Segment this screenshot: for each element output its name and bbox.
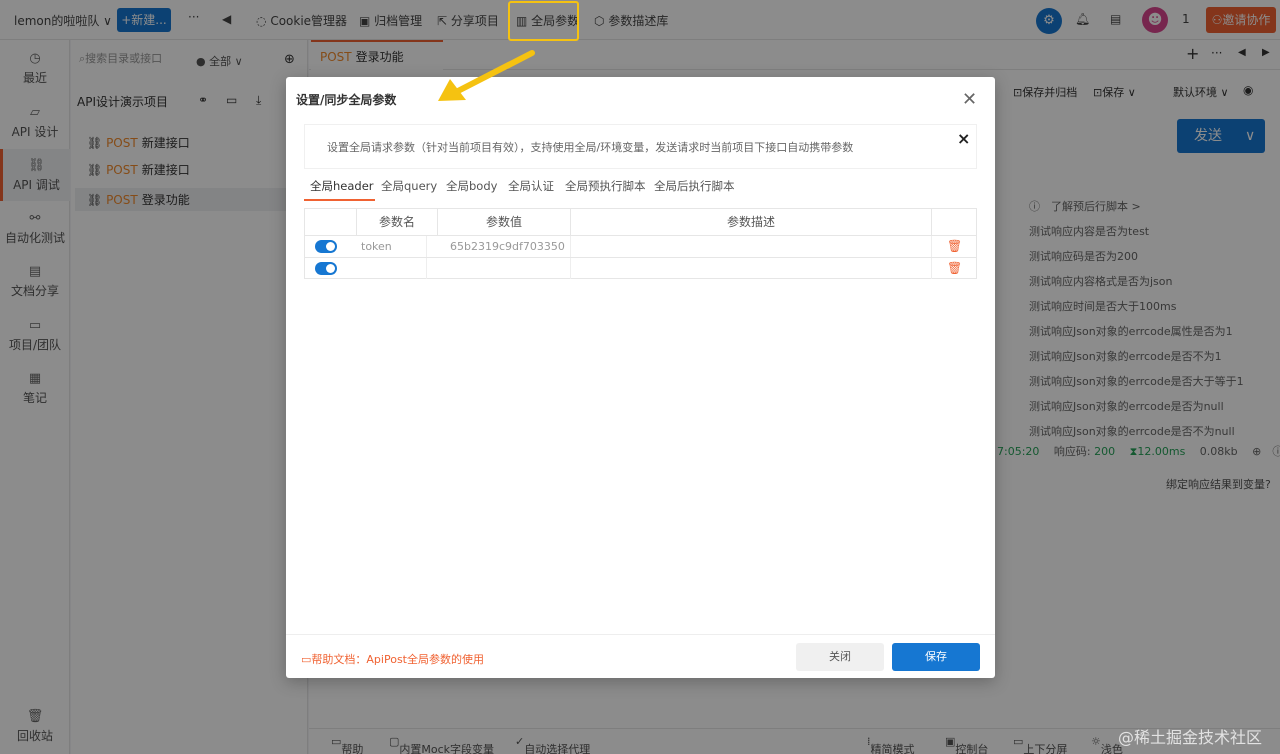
global-params-dialog: 设置/同步全局参数 ✕ 设置全局请求参数（针对当前项目有效），支持使用全局/环境… bbox=[286, 77, 995, 678]
tab-global-auth[interactable]: 全局认证 bbox=[508, 178, 554, 194]
param-name-input[interactable]: token bbox=[357, 236, 427, 257]
watermark: @稀土掘金技术社区 bbox=[1118, 728, 1263, 747]
save-button[interactable]: 保存 bbox=[892, 643, 980, 671]
table-row: token 65b2319c9df703350 🗑︎ bbox=[305, 235, 976, 257]
close-icon[interactable]: ✕ bbox=[962, 89, 977, 110]
close-button[interactable]: 关闭 bbox=[796, 643, 884, 671]
close-icon[interactable]: × bbox=[957, 129, 970, 148]
param-value-input[interactable] bbox=[446, 258, 571, 279]
tab-pre-script[interactable]: 全局预执行脚本 bbox=[565, 178, 646, 194]
doc-icon: ▭ bbox=[301, 653, 312, 666]
table-header-value: 参数值 bbox=[438, 209, 571, 235]
tab-global-query[interactable]: 全局query bbox=[381, 178, 437, 194]
param-value-input[interactable]: 65b2319c9df703350 bbox=[446, 236, 571, 257]
table-header-name: 参数名 bbox=[357, 209, 438, 235]
highlight-box bbox=[508, 1, 579, 41]
enable-toggle[interactable] bbox=[315, 240, 337, 253]
divider bbox=[286, 634, 995, 635]
tab-post-script[interactable]: 全局后执行脚本 bbox=[654, 178, 735, 194]
enable-toggle[interactable] bbox=[315, 262, 337, 275]
notice-text: 设置全局请求参数（针对当前项目有效），支持使用全局/环境变量，发送请求时当前项目… bbox=[327, 141, 854, 154]
active-tab-indicator bbox=[304, 199, 375, 201]
annotation-arrow bbox=[438, 50, 535, 101]
trash-icon[interactable]: 🗑︎ bbox=[947, 239, 962, 253]
params-table: 参数名 参数值 参数描述 token 65b2319c9df703350 🗑︎ … bbox=[304, 208, 977, 279]
notice-box: 设置全局请求参数（针对当前项目有效），支持使用全局/环境变量，发送请求时当前项目… bbox=[304, 124, 977, 169]
help-doc-link[interactable]: ▭帮助文档：ApiPost全局参数的使用 bbox=[301, 651, 484, 667]
param-name-input[interactable] bbox=[357, 258, 427, 279]
help-link-label: 帮助文档：ApiPost全局参数的使用 bbox=[311, 653, 484, 666]
table-header-desc: 参数描述 bbox=[571, 209, 932, 235]
trash-icon[interactable]: 🗑︎ bbox=[947, 261, 962, 275]
table-header-toggle bbox=[305, 209, 357, 235]
tab-global-header[interactable]: 全局header bbox=[310, 178, 374, 194]
param-desc-input[interactable] bbox=[571, 236, 932, 257]
tab-global-body[interactable]: 全局body bbox=[446, 178, 497, 194]
dialog-title: 设置/同步全局参数 bbox=[296, 93, 397, 107]
table-row: 🗑︎ bbox=[305, 257, 976, 279]
param-desc-input[interactable] bbox=[571, 258, 932, 279]
